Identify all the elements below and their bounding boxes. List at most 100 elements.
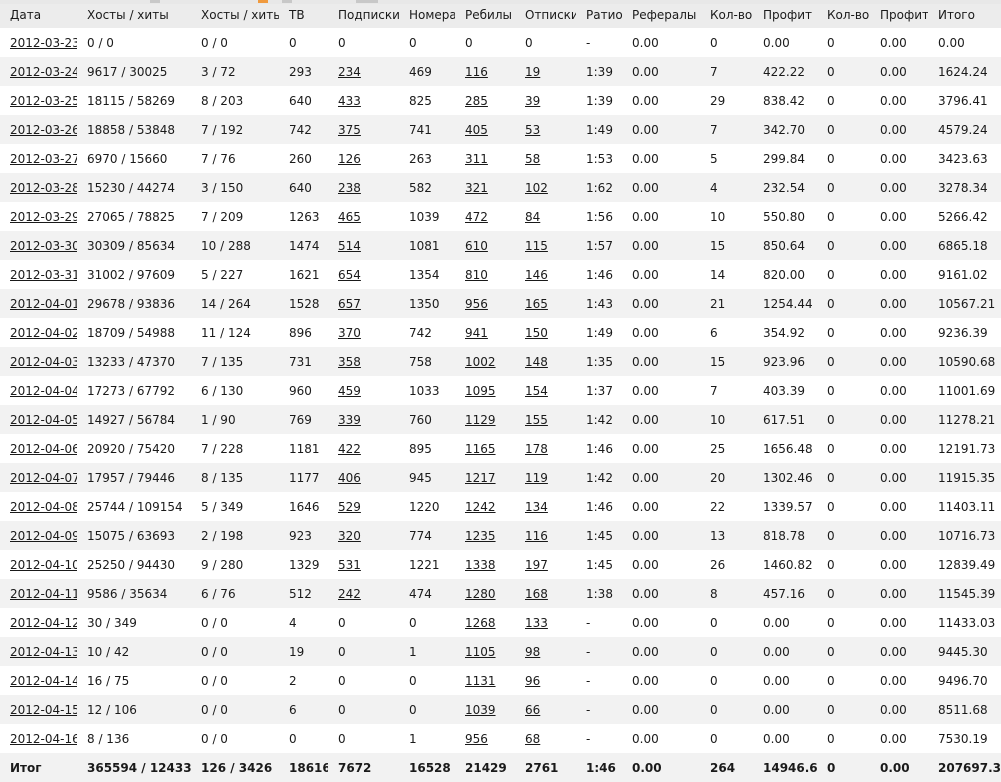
rebills-link[interactable]: 116 [465, 65, 488, 79]
rebills-link[interactable]: 1165 [465, 442, 496, 456]
unsubscribes-link[interactable]: 155 [525, 413, 548, 427]
unsubscribes-link[interactable]: 19 [525, 65, 540, 79]
cell-total: 10567.21 [938, 296, 996, 311]
subscriptions-link[interactable]: 422 [338, 442, 361, 456]
cell-numbers: 895 [409, 441, 432, 456]
rebills-link[interactable]: 1242 [465, 500, 496, 514]
unsubscribes-link[interactable]: 148 [525, 355, 548, 369]
cell-count-2: 0 [827, 64, 835, 79]
date-link[interactable]: 2012-03-23 [10, 36, 77, 50]
date-link[interactable]: 2012-04-15 [10, 703, 77, 717]
cell-total: 7530.19 [938, 731, 988, 746]
unsubscribes-link[interactable]: 134 [525, 500, 548, 514]
rebills-link[interactable]: 1268 [465, 616, 496, 630]
unsubscribes-link[interactable]: 98 [525, 645, 540, 659]
date-link[interactable]: 2012-04-05 [10, 413, 77, 427]
table-row: 2012-04-07 17957 / 79446 8 / 135 1177 406 945… [0, 463, 1001, 492]
cell-numbers: 1354 [409, 267, 440, 282]
rebills-link[interactable]: 956 [465, 297, 488, 311]
date-link[interactable]: 2012-04-04 [10, 384, 77, 398]
subscriptions-link[interactable]: 126 [338, 152, 361, 166]
date-link[interactable]: 2012-04-10 [10, 558, 77, 572]
rebills-link[interactable]: 1105 [465, 645, 496, 659]
subscriptions-link[interactable]: 531 [338, 558, 361, 572]
rebills-link[interactable]: 1131 [465, 674, 496, 688]
rebills-link[interactable]: 285 [465, 94, 488, 108]
unsubscribes-link[interactable]: 96 [525, 674, 540, 688]
rebills-link[interactable]: 405 [465, 123, 488, 137]
subscriptions-link[interactable]: 242 [338, 587, 361, 601]
unsubscribes-link[interactable]: 39 [525, 94, 540, 108]
rebills-link[interactable]: 1002 [465, 355, 496, 369]
unsubscribes-link[interactable]: 165 [525, 297, 548, 311]
date-link[interactable]: 2012-04-06 [10, 442, 77, 456]
date-link[interactable]: 2012-03-29 [10, 210, 77, 224]
rebills-link[interactable]: 1095 [465, 384, 496, 398]
rebills-link[interactable]: 941 [465, 326, 488, 340]
unsubscribes-link[interactable]: 58 [525, 152, 540, 166]
unsubscribes-link[interactable]: 133 [525, 616, 548, 630]
subscriptions-link[interactable]: 433 [338, 94, 361, 108]
rebills-link[interactable]: 311 [465, 152, 488, 166]
rebills-link[interactable]: 956 [465, 732, 488, 746]
unsubscribes-link[interactable]: 197 [525, 558, 548, 572]
date-link[interactable]: 2012-04-11 [10, 587, 77, 601]
rebills-link[interactable]: 1039 [465, 703, 496, 717]
date-link[interactable]: 2012-04-14 [10, 674, 77, 688]
subscriptions-link[interactable]: 238 [338, 181, 361, 195]
subscriptions-link[interactable]: 529 [338, 500, 361, 514]
subscriptions-link[interactable]: 234 [338, 65, 361, 79]
subscriptions-link[interactable]: 320 [338, 529, 361, 543]
cell-hosts-hits-2: 0 / 0 [201, 731, 228, 746]
date-link[interactable]: 2012-03-24 [10, 65, 77, 79]
date-link[interactable]: 2012-04-09 [10, 529, 77, 543]
date-link[interactable]: 2012-04-08 [10, 500, 77, 514]
date-link[interactable]: 2012-04-02 [10, 326, 77, 340]
subscriptions-link[interactable]: 654 [338, 268, 361, 282]
date-link[interactable]: 2012-03-31 [10, 268, 77, 282]
unsubscribes-link[interactable]: 102 [525, 181, 548, 195]
unsubscribes-link[interactable]: 84 [525, 210, 540, 224]
subscriptions-link[interactable]: 465 [338, 210, 361, 224]
unsubscribes-link[interactable]: 115 [525, 239, 548, 253]
date-link[interactable]: 2012-03-28 [10, 181, 77, 195]
unsubscribes-link[interactable]: 146 [525, 268, 548, 282]
rebills-link[interactable]: 1235 [465, 529, 496, 543]
date-link[interactable]: 2012-03-27 [10, 152, 77, 166]
date-link[interactable]: 2012-04-16 [10, 732, 77, 746]
rebills-link[interactable]: 321 [465, 181, 488, 195]
unsubscribes-link[interactable]: 53 [525, 123, 540, 137]
date-link[interactable]: 2012-04-01 [10, 297, 77, 311]
rebills-link[interactable]: 610 [465, 239, 488, 253]
unsubscribes-link[interactable]: 119 [525, 471, 548, 485]
cell-total: 4579.24 [938, 122, 988, 137]
rebills-link[interactable]: 1280 [465, 587, 496, 601]
unsubscribes-link[interactable]: 178 [525, 442, 548, 456]
subscriptions-link[interactable]: 375 [338, 123, 361, 137]
subscriptions-link[interactable]: 514 [338, 239, 361, 253]
rebills-link[interactable]: 1217 [465, 471, 496, 485]
subscriptions-link[interactable]: 459 [338, 384, 361, 398]
unsubscribes-link[interactable]: 68 [525, 732, 540, 746]
unsubscribes-link[interactable]: 168 [525, 587, 548, 601]
rebills-link[interactable]: 1129 [465, 413, 496, 427]
date-link[interactable]: 2012-04-07 [10, 471, 77, 485]
unsubscribes-link[interactable]: 66 [525, 703, 540, 717]
date-link[interactable]: 2012-04-03 [10, 355, 77, 369]
subscriptions-link[interactable]: 406 [338, 471, 361, 485]
subscriptions-link[interactable]: 657 [338, 297, 361, 311]
date-link[interactable]: 2012-03-30 [10, 239, 77, 253]
rebills-link[interactable]: 1338 [465, 558, 496, 572]
rebills-link[interactable]: 810 [465, 268, 488, 282]
subscriptions-link[interactable]: 358 [338, 355, 361, 369]
unsubscribes-link[interactable]: 150 [525, 326, 548, 340]
rebills-link[interactable]: 472 [465, 210, 488, 224]
subscriptions-link[interactable]: 339 [338, 413, 361, 427]
date-link[interactable]: 2012-03-25 [10, 94, 77, 108]
date-link[interactable]: 2012-04-13 [10, 645, 77, 659]
date-link[interactable]: 2012-04-12 [10, 616, 77, 630]
subscriptions-link[interactable]: 370 [338, 326, 361, 340]
date-link[interactable]: 2012-03-26 [10, 123, 77, 137]
unsubscribes-link[interactable]: 154 [525, 384, 548, 398]
unsubscribes-link[interactable]: 116 [525, 529, 548, 543]
